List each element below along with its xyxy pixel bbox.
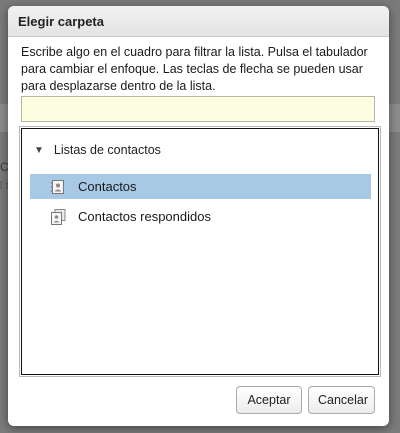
tree-item-contactos-respondidos[interactable]: Contactos respondidos <box>30 204 371 229</box>
address-book-icon <box>50 179 66 195</box>
tree-root-contact-lists[interactable]: ▼ Listas de contactos <box>34 143 161 157</box>
accept-button[interactable]: Aceptar <box>236 386 302 414</box>
choose-folder-dialog: Elegir carpeta Escribe algo en el cuadro… <box>8 6 389 426</box>
dialog-instructions: Escribe algo en el cuadro para filtrar l… <box>21 45 368 93</box>
dialog-titlebar: Elegir carpeta <box>8 6 389 37</box>
folder-tree: ▼ Listas de contactos Contactos Contacto… <box>19 126 381 377</box>
expand-triangle-icon[interactable]: ▼ <box>34 145 44 156</box>
tree-item-contactos[interactable]: Contactos <box>30 174 371 199</box>
filter-input[interactable] <box>21 96 375 122</box>
tree-item-label: Contactos respondidos <box>78 209 211 224</box>
address-book-stack-icon <box>50 208 66 225</box>
cancel-button[interactable]: Cancelar <box>308 386 375 414</box>
tree-item-label: Contactos <box>78 179 137 194</box>
dialog-title: Elegir carpeta <box>18 13 104 29</box>
tree-root-label: Listas de contactos <box>53 143 161 157</box>
